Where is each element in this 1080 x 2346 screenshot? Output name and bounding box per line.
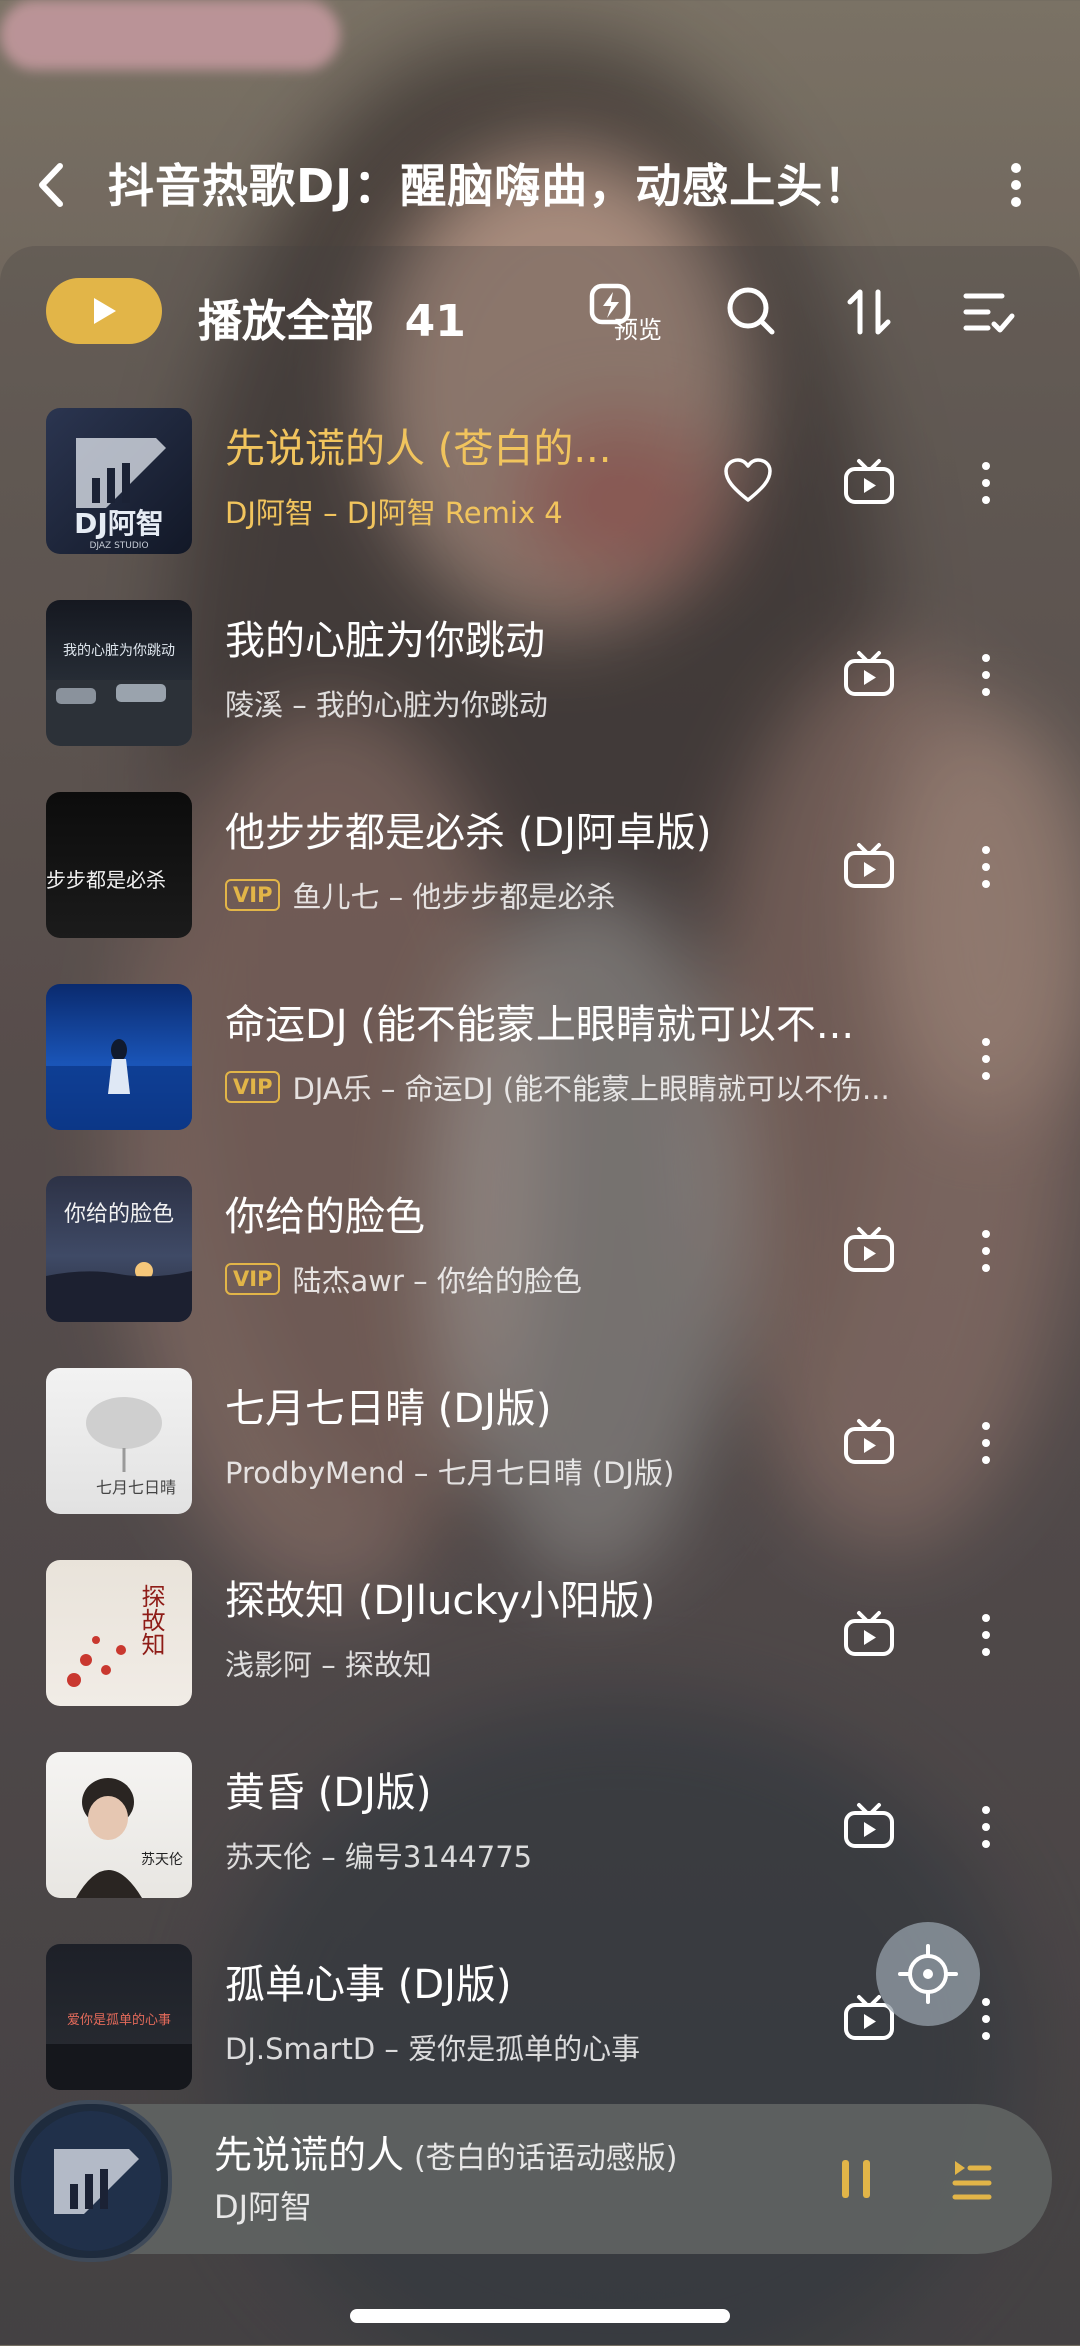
header: 抖音热歌DJ：醒脑嗨曲，动感上头！	[0, 140, 1080, 230]
song-title: 我的心脏为你跳动	[225, 618, 545, 664]
list-toolbar: 播放全部 41 预览	[0, 270, 1080, 370]
more-vertical-icon[interactable]	[976, 1420, 996, 1466]
song-artist-album: 浅影阿 – 探故知	[225, 1648, 432, 1682]
song-title: 黄昏 (DJ版)	[225, 1770, 432, 1816]
song-cover: DJ阿智 DJAZ STUDIO	[46, 408, 192, 554]
song-row[interactable]: 我的心脏为你跳动 我的心脏为你跳动 陵溪 – 我的心脏为你跳动	[0, 600, 1080, 792]
svg-text:你给的脸色: 你给的脸色	[64, 1202, 174, 1227]
song-artist-album: VIP DJA乐 – 命运DJ (能不能蒙上眼睛就可以不伤...	[225, 1066, 890, 1108]
svg-text:DJ阿智: DJ阿智	[74, 507, 164, 540]
song-count: 41	[404, 296, 466, 347]
song-row[interactable]: 你给的脸色 你给的脸色 VIP 陆杰awr – 你给的脸色	[0, 1176, 1080, 1368]
song-row[interactable]: 七月七日晴 七月七日晴 (DJ版) ProdbyMend – 七月七日晴 (DJ…	[0, 1368, 1080, 1560]
multi-select-icon[interactable]	[958, 282, 1018, 342]
svg-text:七月七日晴: 七月七日晴	[96, 1478, 176, 1497]
sort-icon[interactable]	[840, 282, 900, 342]
mini-player-cover[interactable]	[10, 2100, 172, 2262]
song-cover: 探故知	[46, 1560, 192, 1706]
more-vertical-icon[interactable]	[976, 1612, 996, 1658]
now-playing-title[interactable]: 先说谎的人 (苍白的话语动感版)	[214, 2124, 677, 2179]
song-artist-album: DJ阿智 – DJ阿智 Remix 4	[225, 496, 563, 530]
song-title: 你给的脸色	[225, 1194, 425, 1240]
svg-text:苏天伦: 苏天伦	[141, 1852, 183, 1868]
song-artist-album: 苏天伦 – 编号3144775	[225, 1840, 533, 1874]
playlist-title: 抖音热歌DJ：醒脑嗨曲，动感上头！	[108, 159, 871, 213]
playlist-queue-icon[interactable]	[952, 2157, 992, 2201]
song-title: 探故知 (DJlucky小阳版)	[225, 1578, 656, 1624]
play-all-button[interactable]	[46, 278, 162, 344]
song-row[interactable]: 苏天伦 黄昏 (DJ版) 苏天伦 – 编号3144775	[0, 1752, 1080, 1944]
now-playing-artist: DJ阿智	[214, 2188, 313, 2226]
song-artist-album: DJ.SmartD – 爱你是孤单的心事	[225, 2032, 641, 2066]
mv-icon[interactable]	[842, 842, 896, 890]
back-icon[interactable]	[28, 160, 78, 210]
heart-icon[interactable]	[723, 458, 773, 504]
mv-icon[interactable]	[842, 650, 896, 698]
more-vertical-icon[interactable]	[998, 160, 1034, 210]
song-artist-album: 陵溪 – 我的心脏为你跳动	[225, 688, 548, 722]
vip-badge: VIP	[225, 1071, 281, 1103]
song-cover: 七月七日晴	[46, 1368, 192, 1514]
play-icon	[94, 298, 116, 324]
svg-text:爱你是孤单的心事: 爱你是孤单的心事	[67, 2012, 171, 2028]
pause-icon[interactable]	[838, 2157, 874, 2201]
song-title: 他步步都是必杀 (DJ阿卓版)	[225, 810, 712, 856]
vip-badge: VIP	[225, 1263, 281, 1295]
song-cover: 爱你是孤单的心事	[46, 1944, 192, 2090]
svg-text:探故知: 探故知	[137, 1584, 165, 1656]
song-cover: 苏天伦	[46, 1752, 192, 1898]
more-vertical-icon[interactable]	[976, 1228, 996, 1274]
song-cover: 我的心脏为你跳动	[46, 600, 192, 746]
svg-text:DJAZ STUDIO: DJAZ STUDIO	[89, 541, 148, 551]
more-vertical-icon[interactable]	[976, 652, 996, 698]
song-row[interactable]: 命运DJ (能不能蒙上眼睛就可以不... VIP DJA乐 – 命运DJ (能不能…	[0, 984, 1080, 1176]
search-icon[interactable]	[722, 282, 782, 342]
song-title: 孤单心事 (DJ版)	[225, 1962, 512, 2008]
song-row[interactable]: 他步步都是必杀 他步步都是必杀 (DJ阿卓版) VIP鱼儿七 – 他步步都是必杀	[0, 792, 1080, 984]
song-title: 七月七日晴 (DJ版)	[225, 1386, 552, 1432]
more-vertical-icon[interactable]	[976, 844, 996, 890]
svg-text:他步步都是必杀: 他步步都是必杀	[46, 868, 166, 892]
song-row[interactable]: 探故知 探故知 (DJlucky小阳版) 浅影阿 – 探故知	[0, 1560, 1080, 1752]
more-vertical-icon[interactable]	[976, 1804, 996, 1850]
song-cover	[46, 984, 192, 1130]
play-all-label[interactable]: 播放全部 41	[198, 285, 466, 349]
song-artist-album: ProdbyMend – 七月七日晴 (DJ版)	[225, 1456, 675, 1490]
preview-icon[interactable]: 预览	[588, 282, 668, 344]
crosshair-icon	[898, 1944, 958, 2004]
mv-icon[interactable]	[842, 1610, 896, 1658]
song-title: 命运DJ (能不能蒙上眼睛就可以不...	[225, 1002, 855, 1048]
song-cover: 你给的脸色	[46, 1176, 192, 1322]
song-artist-album: VIP 陆杰awr – 你给的脸色	[225, 1258, 582, 1300]
song-row[interactable]: DJ阿智 DJAZ STUDIO 先说谎的人 (苍白的... DJ阿智 – DJ…	[0, 408, 1080, 600]
locate-current-button[interactable]	[876, 1922, 980, 2026]
vip-badge: VIP	[225, 879, 281, 911]
more-vertical-icon[interactable]	[976, 460, 996, 506]
mv-icon[interactable]	[842, 458, 896, 506]
svg-text:我的心脏为你跳动: 我的心脏为你跳动	[63, 643, 175, 659]
mv-icon[interactable]	[842, 1226, 896, 1274]
mv-icon[interactable]	[842, 1802, 896, 1850]
song-artist-album: VIP 鱼儿七 – 他步步都是必杀	[225, 874, 615, 916]
mv-icon[interactable]	[842, 1418, 896, 1466]
home-indicator[interactable]	[350, 2309, 730, 2323]
svg-text:预览: 预览	[614, 316, 662, 344]
song-cover: 他步步都是必杀	[46, 792, 192, 938]
more-vertical-icon[interactable]	[976, 1036, 996, 1082]
song-title: 先说谎的人 (苍白的...	[225, 426, 612, 472]
